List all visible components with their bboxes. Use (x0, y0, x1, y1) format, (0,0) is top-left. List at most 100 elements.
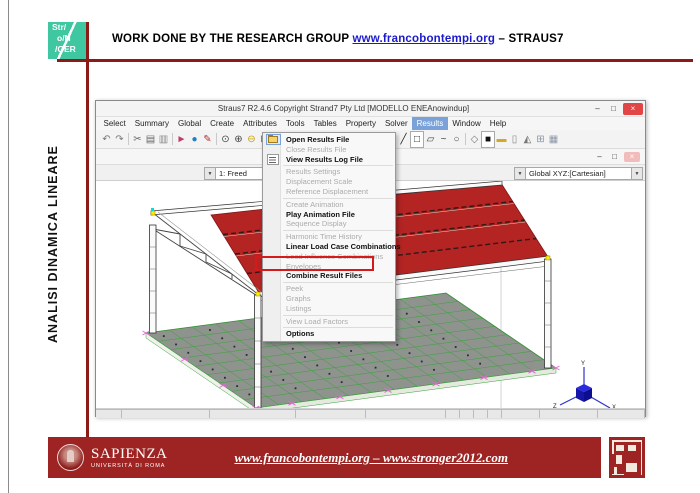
table-tool-icon[interactable]: ▦ (547, 132, 560, 147)
menu-solver[interactable]: Solver (380, 117, 412, 130)
menu-item-close-results-file: Close Results File (263, 145, 395, 155)
draw-pencil-icon[interactable]: ✎ (201, 132, 214, 147)
status-cell (96, 409, 122, 418)
plate-tool-icon[interactable]: □ (410, 131, 424, 148)
beam-tool-icon[interactable]: ╱ (397, 132, 410, 147)
footer-link[interactable]: www.francobontempi.org – www.stronger201… (235, 450, 509, 465)
menu-window[interactable]: Window (448, 117, 485, 130)
status-cell (598, 409, 645, 418)
results-dropdown-menu: Open Results File Close Results File Vie… (262, 132, 396, 342)
status-bar (96, 409, 645, 418)
doc-minimize-button[interactable]: – (594, 152, 605, 161)
menu-item-graphs: Graphs (263, 294, 395, 304)
menu-tools[interactable]: Tools (281, 117, 309, 130)
undo-icon[interactable]: ↶ (100, 132, 113, 147)
menu-item-options[interactable]: Options (263, 329, 395, 339)
menu-item-peek: Peek (263, 284, 395, 294)
menu-attributes[interactable]: Attributes (239, 117, 282, 130)
menu-item-view-results-log-file[interactable]: View Results Log File (263, 155, 395, 165)
close-button[interactable]: × (623, 103, 643, 115)
menu-item-listings: Listings (263, 304, 395, 314)
menu-separator (283, 165, 393, 166)
combo-dropdown-icon[interactable]: ▼ (631, 167, 643, 180)
status-cell (366, 409, 446, 418)
paste-icon[interactable]: ▥ (157, 132, 170, 147)
maximize-button[interactable]: □ (607, 104, 620, 113)
folder-tool-icon[interactable]: ▬ (495, 132, 508, 147)
axis-label-x: X (612, 405, 616, 409)
coord-system-combo[interactable]: ▼ Global XYZ:[Cartesian] (514, 167, 638, 180)
status-cell (446, 409, 460, 418)
menu-select[interactable]: Select (99, 117, 130, 130)
side-section-label: ANALISI DINAMICA LINEARE (46, 130, 60, 358)
menu-item-view-load-factors: View Load Factors (263, 317, 395, 327)
left-rule (86, 22, 89, 437)
menu-results[interactable]: Results (412, 117, 448, 130)
menu-item-open-results-file[interactable]: Open Results File (263, 135, 395, 145)
fill-tool-icon[interactable]: ■ (481, 131, 495, 148)
cut-icon[interactable]: ✂ (131, 132, 144, 147)
menu-separator (283, 282, 393, 283)
window-title: Straus7 R2.4.6 Copyright Strand7 Pty Ltd… (96, 104, 591, 113)
prism-tool-icon[interactable]: ◭ (521, 132, 534, 147)
cylinder-tool-icon[interactable]: ▯ (508, 132, 521, 147)
stronger-logo-line3: /GER (48, 44, 86, 55)
sapienza-emblem (57, 444, 84, 471)
slide-left-edge (8, 0, 9, 493)
doc-maximize-button[interactable]: □ (609, 152, 620, 161)
extra-combo-arrow[interactable]: ▼ (631, 167, 643, 180)
status-cell (540, 409, 598, 418)
menu-item-reference-displacement: Reference Displacement (263, 187, 395, 197)
view-globe-icon[interactable]: ● (188, 132, 201, 147)
erase-tool-icon[interactable]: ◇ (468, 132, 481, 147)
menu-tables[interactable]: Tables (309, 117, 341, 130)
menu-item-sequence-display: Sequence Display (263, 219, 395, 229)
combo-dropdown-icon[interactable]: ▼ (514, 167, 526, 180)
status-cell (474, 409, 488, 418)
redo-icon[interactable]: ↷ (113, 132, 126, 147)
menu-global[interactable]: Global (173, 117, 205, 130)
zoom-in-icon[interactable]: ⊕ (232, 132, 245, 147)
menu-separator (283, 198, 393, 199)
menu-item-harmonic-time-history: Harmonic Time History (263, 232, 395, 242)
copy-icon[interactable]: ▤ (144, 132, 157, 147)
doc-close-button[interactable]: × (624, 152, 640, 162)
open-folder-icon (265, 135, 279, 144)
status-cell (210, 409, 296, 418)
menu-item-play-animation-file[interactable]: Play Animation File (263, 210, 395, 220)
axis-label-z: Z (553, 404, 557, 409)
menu-item-combine-result-files[interactable]: Combine Result Files (263, 271, 395, 281)
menu-property[interactable]: Property (341, 117, 380, 130)
footer-band: SAPIENZA UNIVERSITÀ DI ROMA www.francobo… (48, 437, 601, 478)
axis-triad: Y Z X (553, 361, 616, 409)
stronger-logo-line2: o/N (48, 33, 86, 44)
zoom-window-icon[interactable]: ⊙ (219, 132, 232, 147)
menu-separator (283, 315, 393, 316)
envelopes-annotation-box (255, 256, 374, 271)
menu-item-create-animation: Create Animation (263, 200, 395, 210)
quad-tool-icon[interactable]: ▱ (424, 132, 437, 147)
header-link[interactable]: www.francobontempi.org (352, 33, 495, 45)
toolbar-separator (216, 133, 217, 145)
menu-help[interactable]: Help (485, 117, 510, 130)
toolbar-separator (172, 133, 173, 145)
select-pointer-icon[interactable]: ► (175, 132, 188, 147)
minimize-button[interactable]: – (591, 104, 604, 113)
circle-tool-icon[interactable]: ○ (450, 132, 463, 147)
window-titlebar: Straus7 R2.4.6 Copyright Strand7 Pty Ltd… (96, 101, 645, 117)
menu-separator (283, 327, 393, 328)
menu-item-linear-load-case-combinations[interactable]: Linear Load Case Combinations (263, 242, 395, 252)
coord-system-value[interactable]: Global XYZ:[Cartesian] (526, 167, 638, 180)
stronger-logo-line1: Str/ (48, 22, 86, 33)
axis-label-y: Y (581, 361, 585, 367)
toolbar-separator (465, 133, 466, 145)
menu-create[interactable]: Create (206, 117, 239, 130)
slide-title-suffix: – STRAUS7 (499, 33, 564, 45)
spline-tool-icon[interactable]: ~ (437, 132, 450, 147)
grid-tool-icon[interactable]: ⊞ (534, 132, 547, 147)
zoom-out-icon[interactable]: ⊖ (245, 132, 258, 147)
menu-summary[interactable]: Summary (130, 117, 173, 130)
combo-dropdown-icon[interactable]: ▼ (204, 167, 216, 180)
status-cell (122, 409, 210, 418)
menu-item-displacement-scale: Displacement Scale (263, 177, 395, 187)
